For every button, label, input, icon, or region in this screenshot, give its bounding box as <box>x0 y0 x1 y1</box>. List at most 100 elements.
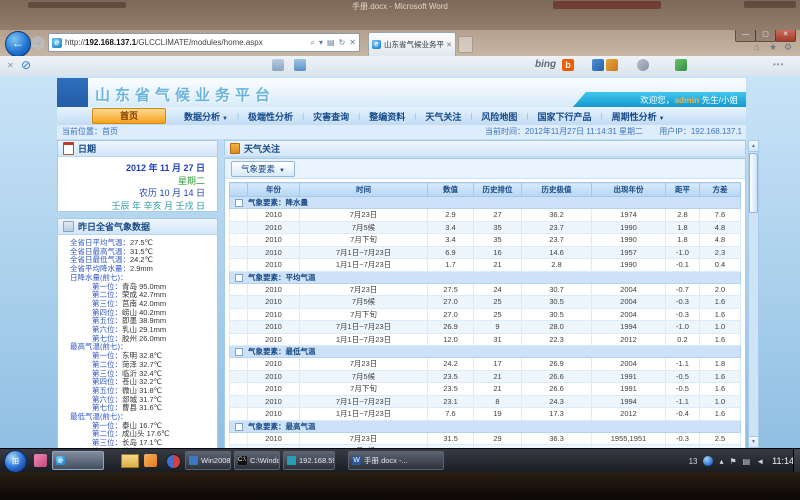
table-cell: 2010 <box>248 283 300 296</box>
new-tab-button[interactable] <box>458 36 473 53</box>
mail-icon[interactable] <box>294 59 306 71</box>
taskbar-word-button[interactable]: W 手册.docx -... <box>348 451 444 470</box>
search-icon[interactable]: ⌕ <box>311 38 315 48</box>
calendar-panel-title: 日期 <box>78 142 96 155</box>
forward-button[interactable]: → <box>31 36 45 50</box>
group-header-row: 气象要素：平均气温 <box>230 271 741 283</box>
taskbar-clock[interactable]: 11:14 <box>772 456 794 466</box>
back-button[interactable]: ← <box>5 31 31 57</box>
table-cell: 21 <box>474 259 522 272</box>
taskbar-ie-button[interactable]: e <box>52 451 104 470</box>
browser-tab[interactable]: e 山东省气候业务平... ✕ <box>368 32 456 56</box>
table-cell: 1.8 <box>700 358 741 371</box>
compatibility-icon[interactable]: ▤ <box>327 38 335 47</box>
command-bar: ✕ ⊘ bing b ••• <box>0 56 800 77</box>
bing-box-icon[interactable]: b <box>562 59 574 71</box>
media-app-icon[interactable] <box>166 454 181 469</box>
scroll-down-icon[interactable]: ▼ <box>749 436 758 447</box>
column-header: 距平 <box>666 183 700 197</box>
scrollbar-thumb[interactable] <box>749 153 758 213</box>
taskbar: ⊞ e Win2008 (VS2... C:\ C:\Windows\s... … <box>0 448 800 473</box>
nav-item[interactable]: 数据分析▼ <box>184 110 228 123</box>
background-window-title: 手册.docx - Microsoft Word <box>352 1 448 12</box>
close-button[interactable]: ✕ <box>775 30 796 42</box>
table-cell: 2010 <box>248 296 300 309</box>
nav-item[interactable]: 极端性分析 <box>248 110 293 123</box>
stop-icon[interactable]: ✕ <box>349 38 356 47</box>
refresh-icon[interactable]: ↻ <box>339 38 346 47</box>
printer-icon[interactable] <box>272 59 284 71</box>
home-icon[interactable]: ⌂ <box>754 42 759 52</box>
table-cell: 26.9 <box>428 321 474 334</box>
tab-close-icon[interactable]: ✕ <box>446 41 452 49</box>
table-cell: 2.8 <box>522 259 592 272</box>
taskbar-remote-button[interactable]: 192.168.59.99... <box>283 451 335 470</box>
table-cell: 17.3 <box>522 408 592 421</box>
tray-volume-icon[interactable]: ◄ <box>756 457 764 466</box>
table-cell: 2010 <box>248 358 300 371</box>
orange-app-icon[interactable] <box>144 454 157 467</box>
expand-checkbox[interactable] <box>235 274 243 282</box>
start-button[interactable]: ⊞ <box>4 450 27 473</box>
element-dropdown-button[interactable]: 气象要素▼ <box>231 161 295 177</box>
pinned-app-icon[interactable] <box>34 454 47 467</box>
table-cell: 7月1日~7月23日 <box>300 321 428 334</box>
table-cell: -0.3 <box>666 308 700 321</box>
table-cell: 2010 <box>248 221 300 234</box>
tray-network-icon[interactable]: ▤ <box>743 457 751 466</box>
page-scrollbar[interactable]: ▲ ▼ <box>748 140 759 448</box>
table-cell: 2010 <box>248 432 300 445</box>
settings-gear-icon[interactable]: ⚙ <box>784 42 792 53</box>
bing-logo[interactable]: bing <box>535 59 556 70</box>
taskbar-cmd-button[interactable]: C:\ C:\Windows\s... <box>234 451 280 470</box>
table-cell: 1955,1951 <box>592 432 666 445</box>
nav-item[interactable]: 天气关注 <box>425 110 461 123</box>
expand-cell <box>230 395 248 408</box>
column-header: 年份 <box>248 183 300 197</box>
expand-checkbox[interactable] <box>235 423 243 431</box>
yesterday-panel-body: 全省日平均气温：27.5℃全省日最高气温：31.5℃全省日最低气温：24.2℃全… <box>58 235 217 448</box>
nav-separator: | <box>470 112 472 121</box>
expand-checkbox[interactable] <box>235 199 243 207</box>
camera-addon-icon[interactable] <box>592 59 604 71</box>
nav-item[interactable]: 周期性分析▼ <box>612 110 665 123</box>
chevron-down-icon: ▼ <box>222 116 228 122</box>
table-cell: 25 <box>474 308 522 321</box>
nav-item-home[interactable]: 首页 <box>92 108 166 124</box>
nav-separator: | <box>358 112 360 121</box>
table-cell: 21 <box>474 383 522 396</box>
tray-globe-icon[interactable] <box>703 456 713 466</box>
table-cell: 1月1日~7月23日 <box>300 333 428 346</box>
scroll-up-icon[interactable]: ▲ <box>749 141 758 152</box>
taskbar-vm-button[interactable]: Win2008 (VS2... <box>185 451 231 470</box>
maximize-button[interactable]: ▢ <box>755 30 776 42</box>
overflow-dots-icon[interactable]: ••• <box>773 60 784 69</box>
nav-item[interactable]: 风险地图 <box>481 110 517 123</box>
address-url[interactable]: http://192.168.137.1/GLCCLIMATE/modules/… <box>65 38 307 47</box>
person-addon-icon[interactable] <box>637 59 649 71</box>
nav-item[interactable]: 整编资料 <box>369 110 405 123</box>
show-desktop-button[interactable] <box>793 449 800 473</box>
blocked-circle-icon[interactable]: ⊘ <box>21 58 31 72</box>
autocomplete-caret-icon[interactable]: ▾ <box>319 38 323 47</box>
address-bar[interactable]: e http://192.168.137.1/GLCCLIMATE/module… <box>48 33 360 52</box>
table-cell: -0.3 <box>666 296 700 309</box>
folder-icon[interactable] <box>121 454 139 468</box>
commandbar-close-icon[interactable]: ✕ <box>7 61 14 70</box>
nav-item[interactable]: 国家下行产品 <box>538 110 592 123</box>
table-row: 20107月1日~7月23日23.1824.31994-1.11.0 <box>230 395 741 408</box>
tray-flag-icon[interactable]: ⚑ <box>729 457 736 466</box>
yesterday-panel-title: 昨日全省气象数据 <box>78 220 150 233</box>
group-header-row: 气象要素：最低气温 <box>230 346 741 358</box>
expand-cell <box>230 209 248 222</box>
puzzle-addon-icon[interactable] <box>675 59 687 71</box>
table-cell: 7月1日~7月23日 <box>300 395 428 408</box>
expand-checkbox[interactable] <box>235 348 243 356</box>
table-cell: 2.0 <box>700 283 741 296</box>
tray-expand-icon[interactable]: ▴ <box>719 457 723 466</box>
favorites-star-icon[interactable]: ★ <box>769 42 777 53</box>
media-addon-icon[interactable] <box>606 59 618 71</box>
minimize-button[interactable]: — <box>735 30 756 42</box>
nav-item[interactable]: 灾害查询 <box>313 110 349 123</box>
tab-title[interactable]: 山东省气候业务平... <box>384 39 444 50</box>
